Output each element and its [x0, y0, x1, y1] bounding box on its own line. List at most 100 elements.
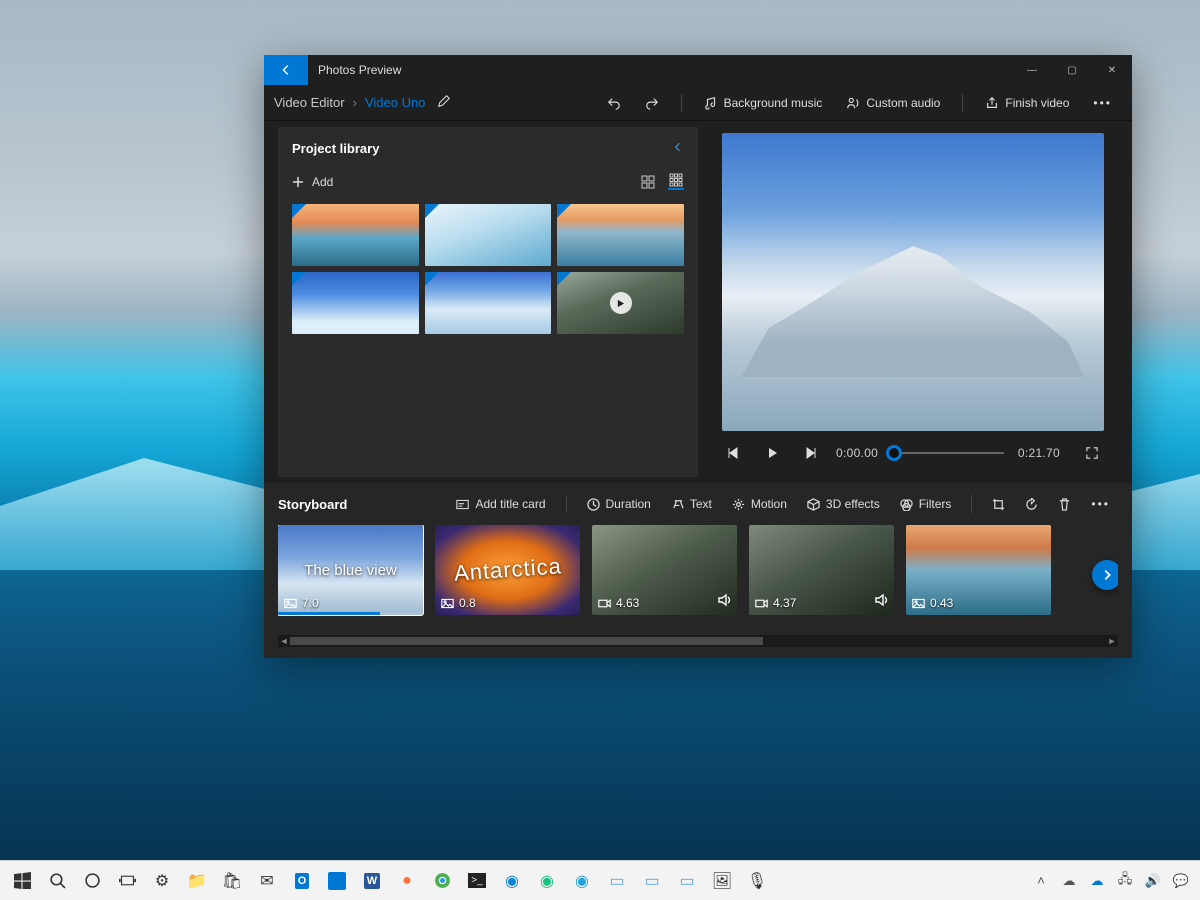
storyboard-clip[interactable]: 4.63 — [592, 525, 737, 615]
prev-frame-button[interactable] — [722, 441, 746, 465]
background-music-button[interactable]: Background music — [694, 91, 833, 115]
view-small-button[interactable] — [668, 174, 684, 190]
taskbar-app[interactable]: ▭ — [671, 865, 703, 897]
fullscreen-button[interactable] — [1080, 441, 1104, 465]
taskbar-app[interactable]: 🖼 — [706, 865, 738, 897]
taskbar-chrome[interactable] — [426, 865, 458, 897]
taskbar-settings[interactable]: ⚙ — [146, 865, 178, 897]
library-item[interactable] — [292, 272, 419, 334]
3d-effects-button[interactable]: 3D effects — [799, 493, 888, 515]
taskbar-explorer[interactable]: 📁 — [181, 865, 213, 897]
player-controls: 0:00.00 0:21.70 — [722, 431, 1104, 475]
library-item[interactable] — [425, 272, 552, 334]
storyboard-more-button[interactable]: ••• — [1083, 493, 1118, 515]
taskbar-search[interactable] — [41, 865, 73, 897]
storyboard-clip[interactable]: Antarctica 0.8 — [435, 525, 580, 615]
tray-weather[interactable]: ☁ — [1056, 865, 1082, 897]
scroll-left-icon[interactable]: ◄ — [278, 636, 290, 646]
preview-viewport[interactable] — [722, 133, 1104, 431]
preview-pane: 0:00.00 0:21.70 — [698, 121, 1132, 483]
collapse-library-button[interactable] — [672, 141, 684, 156]
titlebar[interactable]: Photos Preview — ▢ ✕ — [264, 55, 1132, 85]
taskbar-cortana[interactable] — [76, 865, 108, 897]
ellipsis-icon: ••• — [1093, 96, 1112, 110]
taskbar-terminal[interactable]: >_ — [461, 865, 493, 897]
delete-button[interactable] — [1050, 494, 1079, 515]
storyboard-clip[interactable]: 4.37 — [749, 525, 894, 615]
taskbar-app[interactable]: 🎙 — [741, 865, 773, 897]
crop-button[interactable] — [984, 494, 1013, 515]
back-button[interactable] — [264, 55, 308, 85]
taskbar-photos[interactable] — [321, 865, 353, 897]
library-item[interactable] — [557, 272, 684, 334]
taskbar-app[interactable]: ▭ — [636, 865, 668, 897]
add-media-button[interactable]: Add — [292, 175, 333, 189]
breadcrumb-leaf[interactable]: Video Uno — [365, 95, 425, 110]
library-item[interactable] — [292, 204, 419, 266]
chevron-up-icon: ˄ — [1037, 873, 1045, 888]
text-label: Text — [690, 497, 712, 511]
storyboard-scrollbar[interactable]: ◄ ► — [278, 635, 1118, 647]
filters-button[interactable]: Filters — [892, 493, 960, 515]
breadcrumb-root[interactable]: Video Editor — [274, 95, 345, 110]
custom-audio-button[interactable]: Custom audio — [836, 91, 950, 115]
redo-button[interactable] — [635, 91, 669, 115]
library-item[interactable] — [425, 204, 552, 266]
rename-button[interactable] — [437, 94, 451, 111]
used-badge-icon — [292, 272, 306, 286]
windows-icon — [14, 872, 31, 889]
filters-icon — [900, 498, 913, 511]
seek-bar[interactable] — [892, 443, 1004, 463]
motion-label: Motion — [751, 497, 787, 511]
taskbar-outlook[interactable]: O — [286, 865, 318, 897]
plus-icon — [292, 176, 304, 188]
scroll-right-icon[interactable]: ► — [1106, 636, 1118, 646]
taskbar-word[interactable]: W — [356, 865, 388, 897]
scroll-track[interactable] — [290, 636, 1106, 646]
taskbar-taskview[interactable] — [111, 865, 143, 897]
tray-network[interactable]: 🖧 — [1112, 865, 1138, 897]
tray-volume[interactable]: 🔊 — [1140, 865, 1166, 897]
taskview-icon — [119, 872, 136, 889]
scroll-thumb[interactable] — [290, 637, 763, 645]
taskbar-edge-beta[interactable]: ◉ — [566, 865, 598, 897]
next-frame-button[interactable] — [798, 441, 822, 465]
rotate-button[interactable] — [1017, 494, 1046, 515]
taskbar[interactable]: ⚙ 📁 🛍 ✉ O W ● >_ ◉ ◉ ◉ ▭ ▭ ▭ 🖼 🎙 ˄ ☁ ☁ 🖧… — [0, 860, 1200, 900]
taskbar-edge[interactable]: ◉ — [496, 865, 528, 897]
storyboard-clip[interactable]: The blue view 7.0 — [278, 525, 423, 615]
trash-icon — [1058, 498, 1071, 511]
start-button[interactable] — [6, 865, 38, 897]
clip-duration: 4.37 — [773, 596, 796, 610]
clip-audio-indicator — [717, 593, 731, 610]
storyboard-scroll-right-button[interactable] — [1092, 560, 1118, 590]
view-large-button[interactable] — [640, 174, 656, 190]
motion-button[interactable]: Motion — [724, 493, 795, 515]
taskbar-mail[interactable]: ✉ — [251, 865, 283, 897]
used-badge-icon — [425, 272, 439, 286]
play-button[interactable] — [760, 441, 784, 465]
text-button[interactable]: Text — [663, 493, 720, 515]
finish-video-button[interactable]: Finish video — [975, 91, 1079, 115]
seek-handle[interactable] — [886, 445, 902, 461]
add-title-card-button[interactable]: Add title card — [448, 493, 553, 515]
storyboard-strip[interactable]: The blue view 7.0 Antarctica 0.8 — [278, 525, 1118, 625]
undo-button[interactable] — [597, 91, 631, 115]
tray-onedrive[interactable]: ☁ — [1084, 865, 1110, 897]
taskbar-firefox[interactable]: ● — [391, 865, 423, 897]
more-button[interactable]: ••• — [1083, 91, 1122, 115]
add-title-card-label: Add title card — [475, 497, 545, 511]
library-item[interactable] — [557, 204, 684, 266]
maximize-button[interactable]: ▢ — [1052, 55, 1092, 85]
close-button[interactable]: ✕ — [1092, 55, 1132, 85]
taskbar-app[interactable]: ▭ — [601, 865, 633, 897]
taskbar-store[interactable]: 🛍 — [216, 865, 248, 897]
storyboard-clip[interactable]: 0.43 — [906, 525, 1051, 615]
chevron-right-icon: › — [353, 95, 357, 110]
taskbar-edge-dev[interactable]: ◉ — [531, 865, 563, 897]
tray-notifications[interactable]: 💬 — [1168, 865, 1194, 897]
duration-button[interactable]: Duration — [579, 493, 659, 515]
minimize-button[interactable]: — — [1012, 55, 1052, 85]
search-icon — [49, 872, 66, 889]
tray-overflow[interactable]: ˄ — [1028, 865, 1054, 897]
